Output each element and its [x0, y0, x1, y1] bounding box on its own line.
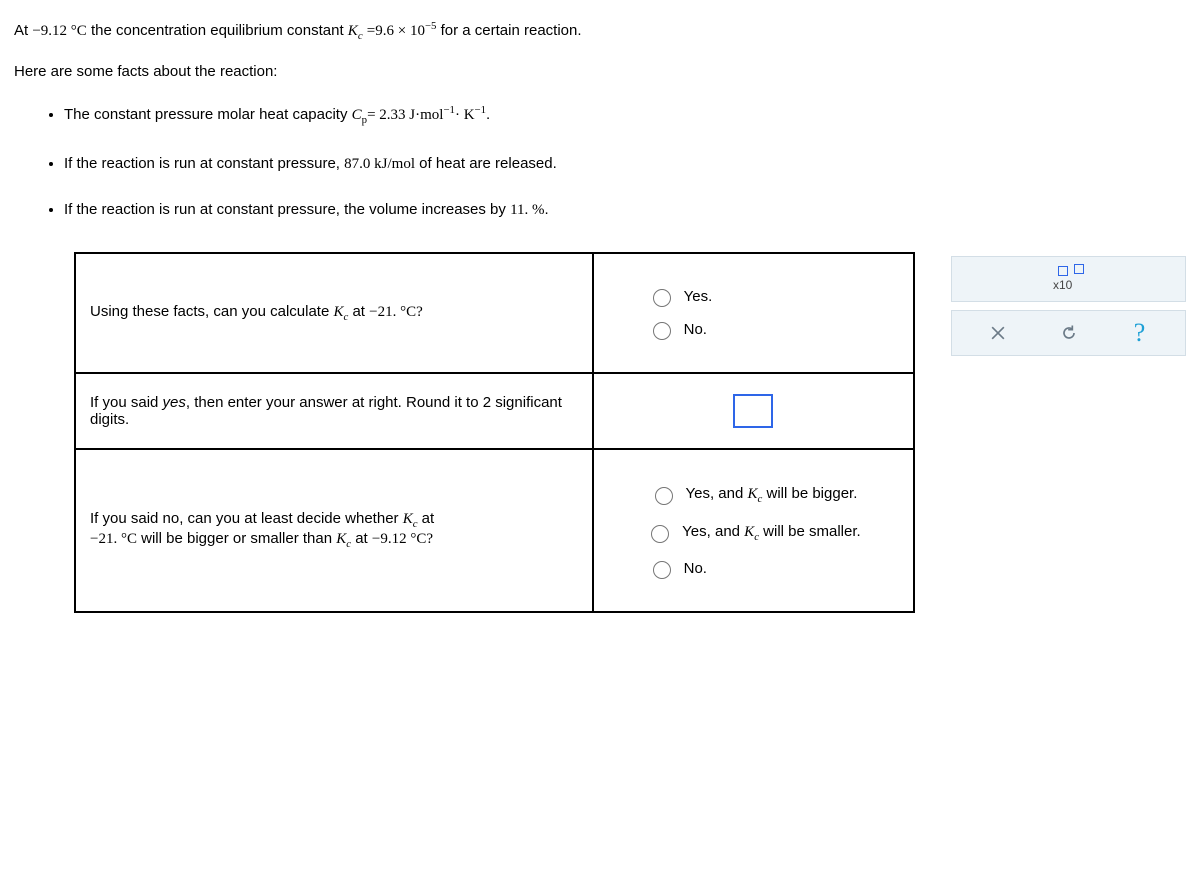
- help-button[interactable]: ?: [1126, 319, 1154, 347]
- intro-line-1: At −9.12 °C the concentration equilibriu…: [14, 18, 1186, 45]
- undo-icon: [1059, 323, 1079, 343]
- sci-box-icon: [1058, 266, 1068, 276]
- facts-heading: Here are some facts about the reaction:: [14, 63, 1186, 80]
- q1-radio-no[interactable]: [653, 322, 671, 340]
- q1-prompt: Using these facts, can you calculate Kc …: [75, 253, 593, 373]
- q2-prompt: If you said yes, then enter your answer …: [75, 373, 593, 449]
- q3-smaller-label: Yes, and Kc will be smaller.: [682, 520, 861, 546]
- q3-radio-smaller[interactable]: [651, 525, 669, 543]
- fact-3: If the reaction is run at constant press…: [64, 198, 1186, 222]
- q3-bigger-label: Yes, and Kc will be bigger.: [686, 482, 858, 508]
- q3-no-label: No.: [684, 560, 707, 577]
- q3-radio-no[interactable]: [653, 561, 671, 579]
- clear-button[interactable]: [984, 319, 1012, 347]
- reset-button[interactable]: [1055, 319, 1083, 347]
- fact-2: If the reaction is run at constant press…: [64, 152, 1186, 176]
- intro-line-1-tail: for a certain reaction.: [436, 22, 581, 39]
- q3-answer-cell: Yes, and Kc will be bigger. Yes, and Kc …: [593, 449, 915, 613]
- fact-1: The constant pressure molar heat capacit…: [64, 102, 1186, 129]
- sci-x10-label: x10: [1053, 278, 1072, 292]
- q1-yes-label: Yes.: [684, 288, 713, 305]
- tool-panel: x10 ?: [951, 256, 1186, 356]
- facts-list: The constant pressure molar heat capacit…: [64, 102, 1186, 221]
- q3-radio-bigger[interactable]: [655, 487, 673, 505]
- q1-radio-yes[interactable]: [653, 289, 671, 307]
- sci-exp-icon: [1074, 264, 1084, 274]
- question-icon: ?: [1134, 318, 1146, 348]
- sci-notation-button[interactable]: x10: [951, 256, 1186, 302]
- question-table: Using these facts, can you calculate Kc …: [74, 252, 915, 614]
- q2-answer-cell: [593, 373, 915, 449]
- tool-row: ?: [951, 310, 1186, 356]
- q1-answer-cell: Yes. No.: [593, 253, 915, 373]
- q1-no-label: No.: [684, 321, 707, 338]
- q3-prompt: If you said no, can you at least decide …: [75, 449, 593, 613]
- q2-answer-input[interactable]: [733, 394, 773, 428]
- x-icon: [988, 323, 1008, 343]
